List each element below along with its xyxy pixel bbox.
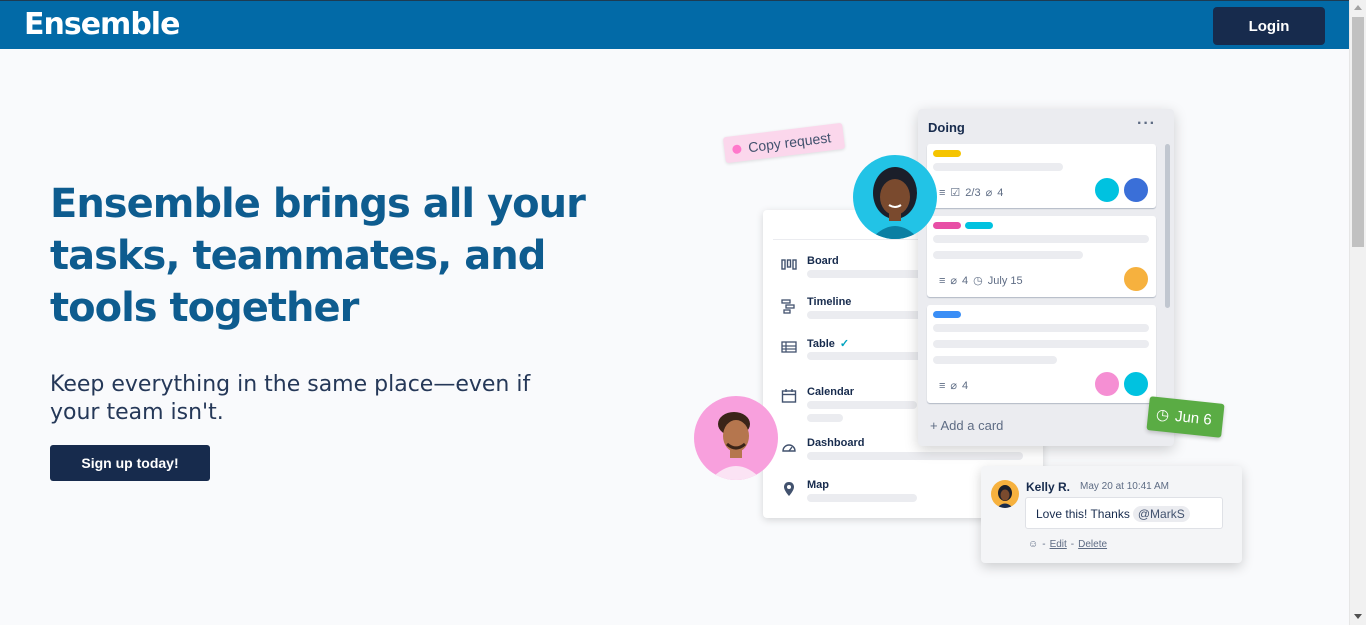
due-date: July 15 xyxy=(987,274,1023,287)
placeholder-bar xyxy=(807,311,927,319)
mention-tag: @MarkS xyxy=(1132,506,1190,522)
hero-headline: Ensemble brings all your tasks, teammate… xyxy=(50,181,586,331)
doing-list: Doing ··· ≡ ☑ 2/3 ⌀ 4 ≡ ⌀ 4 ◷ July 15 ≡ ⌀ 4 xyxy=(918,109,1174,446)
card-meta: ≡ ⌀ 4 xyxy=(939,379,969,393)
table-icon xyxy=(781,341,797,353)
placeholder-bar xyxy=(807,401,917,409)
signup-button[interactable]: Sign up today! xyxy=(50,445,210,481)
label-pill-blue xyxy=(933,311,961,318)
person-illustration-icon xyxy=(710,412,762,480)
add-card-label: Add a card xyxy=(940,418,1004,433)
tag-text: Copy request xyxy=(747,129,832,156)
placeholder-bar xyxy=(807,270,927,278)
placeholder-bar xyxy=(933,251,1083,259)
clock-icon: ◷ xyxy=(973,275,983,287)
list-scrollbar xyxy=(1165,144,1170,308)
plus-icon: + xyxy=(930,418,941,433)
card-meta: ≡ ⌀ 4 ◷ July 15 xyxy=(939,274,1023,288)
comment-author: Kelly R. xyxy=(1026,480,1071,494)
separator: - xyxy=(1070,539,1075,550)
attachment-count: 4 xyxy=(962,274,969,287)
attachment-icon: ⌀ xyxy=(950,380,958,392)
hero-subheadline: Keep everything in the same place—even i… xyxy=(50,372,531,425)
description-icon: ≡ xyxy=(939,186,946,199)
card-meta: ≡ ☑ 2/3 ⌀ 4 xyxy=(939,186,1004,200)
avatar xyxy=(1123,371,1149,397)
view-label: Dashboard xyxy=(807,437,865,449)
person-illustration-icon xyxy=(997,485,1013,508)
placeholder-bar xyxy=(807,494,917,502)
login-button[interactable]: Login xyxy=(1213,7,1325,45)
placeholder-bar xyxy=(933,163,1063,171)
placeholder-bar xyxy=(933,235,1149,243)
scroll-down-arrow-icon[interactable] xyxy=(1354,614,1362,619)
view-label: Calendar xyxy=(807,386,855,398)
avatar xyxy=(1123,266,1149,292)
separator: - xyxy=(1042,539,1046,550)
comment-card: Kelly R. May 20 at 10:41 AM Love this! T… xyxy=(981,466,1242,563)
description-icon: ≡ xyxy=(939,379,946,392)
avatar xyxy=(1094,371,1120,397)
calendar-icon xyxy=(781,389,797,403)
attachment-icon: ⌀ xyxy=(950,275,958,287)
label-pill-cyan xyxy=(965,222,993,229)
brand-logo[interactable]: Ensemble xyxy=(24,7,180,42)
view-label: Board xyxy=(807,255,839,267)
clock-icon: ◷ xyxy=(1155,405,1171,425)
checklist-icon: ☑ xyxy=(950,187,961,199)
view-label: Map xyxy=(807,479,829,491)
avatar xyxy=(1094,177,1120,203)
placeholder-bar xyxy=(933,356,1057,364)
comment-timestamp: May 20 at 10:41 AM xyxy=(1080,481,1169,492)
label-dot-icon xyxy=(731,143,742,154)
scroll-up-arrow-icon[interactable] xyxy=(1354,5,1362,10)
placeholder-bar xyxy=(933,324,1149,332)
label-pill-yellow xyxy=(933,150,961,157)
placeholder-bar xyxy=(807,414,843,422)
top-nav-bar: Ensemble Login xyxy=(0,0,1349,49)
task-card: ≡ ☑ 2/3 ⌀ 4 xyxy=(927,144,1156,208)
comment-body: Love this! Thanks @MarkS xyxy=(1025,497,1223,529)
map-pin-icon xyxy=(784,482,794,496)
page-scrollbar[interactable] xyxy=(1349,0,1366,625)
copy-request-label-tag: Copy request xyxy=(722,122,846,164)
avatar xyxy=(1123,177,1149,203)
description-icon: ≡ xyxy=(939,274,946,287)
comment-text: Love this! Thanks xyxy=(1036,507,1130,521)
attachment-count: 4 xyxy=(997,186,1004,199)
view-label: Timeline xyxy=(807,296,852,308)
checkmark-icon: ✓ xyxy=(839,338,850,350)
label-pill-pink xyxy=(933,222,961,229)
portrait-avatar-man xyxy=(694,396,778,480)
task-card: ≡ ⌀ 4 xyxy=(927,305,1156,403)
scrollbar-thumb[interactable] xyxy=(1352,17,1364,247)
add-card-button[interactable]: + Add a card xyxy=(930,418,1003,433)
edit-comment-link[interactable]: Edit xyxy=(1050,539,1067,550)
attachment-icon: ⌀ xyxy=(985,187,993,199)
commenter-avatar xyxy=(991,480,1019,508)
task-card: ≡ ⌀ 4 ◷ July 15 xyxy=(927,216,1156,297)
view-label: Table ✓ xyxy=(807,337,849,350)
portrait-avatar-woman xyxy=(853,155,937,239)
board-icon xyxy=(781,259,797,270)
placeholder-bar xyxy=(807,452,1023,460)
timeline-icon xyxy=(781,299,795,314)
attachment-count: 4 xyxy=(962,379,969,392)
placeholder-bar xyxy=(933,340,1149,348)
person-illustration-icon xyxy=(871,167,919,239)
comment-actions: ☺ - Edit - Delete xyxy=(1028,539,1107,550)
more-options-icon: ··· xyxy=(1137,115,1156,132)
emoji-reaction-icon[interactable]: ☺ xyxy=(1028,539,1038,550)
checklist-count: 2/3 xyxy=(965,186,981,199)
dashboard-icon xyxy=(782,444,796,452)
delete-comment-link[interactable]: Delete xyxy=(1078,539,1107,550)
view-label-text: Table xyxy=(807,338,835,350)
placeholder-bar xyxy=(807,352,927,360)
due-date-text: Jun 6 xyxy=(1174,407,1213,429)
list-title: Doing xyxy=(928,120,965,135)
